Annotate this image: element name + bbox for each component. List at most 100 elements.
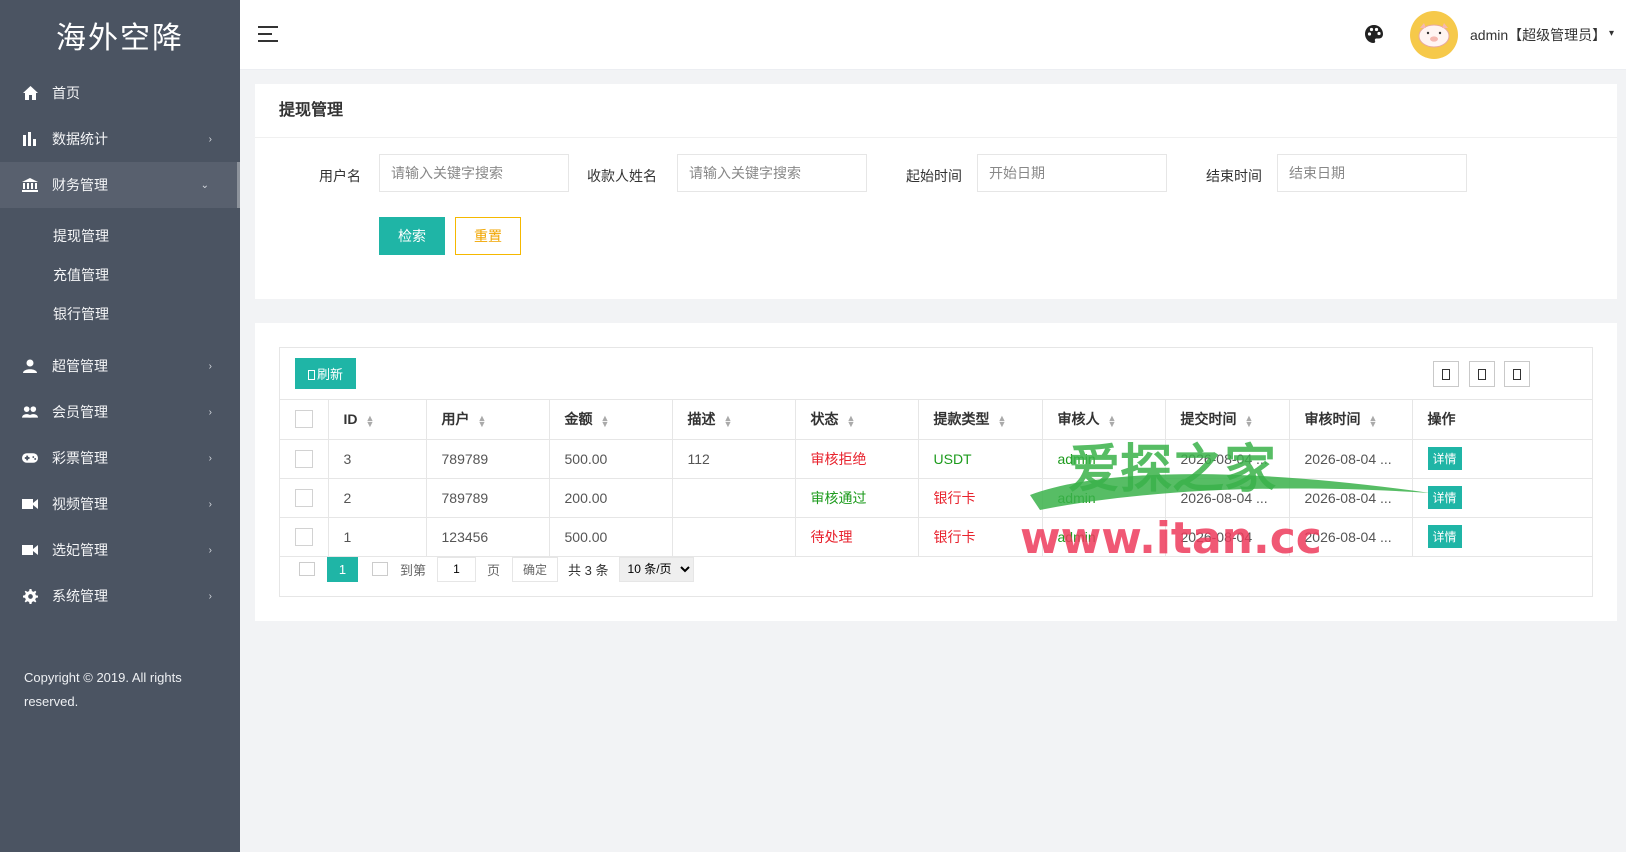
table-header-row: ID ▲ ▼ 用户 ▲ ▼ 金额 ▲ ▼ 描述 ▲ ▼ 状态 ▲ ▼ 提款类型 ▲ ▼ 审核人 ▲ ▼ 提交…	[280, 400, 1592, 440]
detail-button[interactable]: 详情	[1427, 525, 1462, 548]
user-name[interactable]: admin【超级管理员】	[1470, 25, 1606, 45]
chevron-right-icon: ›	[208, 133, 212, 145]
sidebar-item-members[interactable]: 会员管理 ›	[0, 389, 240, 435]
submenu-item-recharge[interactable]: 充值管理	[0, 255, 240, 294]
detail-button[interactable]: 详情	[1427, 486, 1462, 509]
detail-button[interactable]: 详情	[1427, 447, 1462, 470]
user-icon	[22, 358, 38, 374]
page-title: 提现管理	[255, 84, 1617, 138]
chevron-right-icon: ›	[208, 406, 212, 418]
sort-icon[interactable]: ▲ ▼	[1108, 413, 1117, 428]
start-time-label: 起始时间	[906, 168, 962, 184]
table-row: 1 123456 500.00 待处理 银行卡 admin 2026-08-04…	[280, 517, 1592, 557]
prev-page-icon[interactable]	[299, 562, 315, 576]
column-header-reviewer[interactable]: 审核人 ▲ ▼	[1041, 400, 1165, 440]
goto-page-input[interactable]	[437, 556, 477, 582]
username-input[interactable]	[379, 154, 569, 192]
table-row: 3 789789 500.00 112 审核拒绝 USDT admin 2026…	[280, 439, 1592, 479]
column-header-amount[interactable]: 金额 ▲ ▼	[548, 400, 672, 440]
next-page-icon[interactable]	[372, 562, 388, 576]
cell-review-time: 2026-08-04 ...	[1288, 439, 1412, 479]
cell-review-time: 2026-08-04 ...	[1288, 478, 1412, 518]
sidebar-item-label: 系统管理	[52, 588, 108, 604]
start-date-input[interactable]	[977, 154, 1167, 192]
sidebar-item-label: 彩票管理	[52, 450, 108, 466]
cell-amount: 200.00	[548, 478, 672, 518]
sort-icon[interactable]: ▲ ▼	[366, 413, 375, 428]
hamburger-menu-icon[interactable]	[258, 26, 278, 42]
sidebar-item-finance[interactable]: 财务管理 ⌄	[0, 162, 240, 208]
sidebar-item-select-concubine[interactable]: 选妃管理 ›	[0, 527, 240, 573]
current-page[interactable]: 1	[327, 556, 358, 582]
sidebar-item-label: 会员管理	[52, 404, 108, 420]
table-row: 2 789789 200.00 审核通过 银行卡 admin 2026-08-0…	[280, 478, 1592, 518]
gamepad-icon	[22, 450, 38, 466]
sort-icon[interactable]: ▲ ▼	[847, 413, 856, 428]
caret-down-icon[interactable]: ▾	[1609, 28, 1614, 39]
column-header-user[interactable]: 用户 ▲ ▼	[425, 400, 549, 440]
reset-button[interactable]: 重置	[455, 217, 521, 255]
select-all-cell	[280, 400, 328, 440]
chevron-right-icon: ›	[208, 452, 212, 464]
search-button[interactable]: 检索	[379, 217, 445, 255]
page-size-select[interactable]: 10 条/页	[618, 556, 694, 582]
column-header-status[interactable]: 状态 ▲ ▼	[794, 400, 918, 440]
row-checkbox[interactable]	[295, 527, 313, 546]
columns-filter-icon[interactable]	[1433, 361, 1459, 387]
table-panel: 刷新 ID ▲ ▼ 用户 ▲ ▼ 金额 ▲ ▼ 描述 ▲ ▼ 状态 ▲ ▼ 提款类型 ▲ ▼ 审核人 ▲ ▼	[255, 323, 1617, 621]
refresh-icon	[307, 370, 315, 380]
submenu-item-withdraw[interactable]: 提现管理	[0, 216, 240, 255]
column-header-id[interactable]: ID ▲ ▼	[327, 400, 426, 440]
bar-chart-icon	[22, 131, 38, 147]
cell-description	[671, 478, 795, 518]
sidebar-item-label: 超管管理	[52, 358, 108, 374]
users-icon	[22, 404, 38, 420]
cell-reviewer: admin	[1041, 517, 1165, 557]
sidebar-item-admins[interactable]: 超管管理 ›	[0, 343, 240, 389]
page-label: 页	[487, 562, 501, 578]
sort-icon[interactable]: ▲ ▼	[478, 413, 487, 428]
row-checkbox[interactable]	[295, 449, 313, 468]
sort-icon[interactable]: ▲ ▼	[998, 413, 1007, 428]
column-header-withdraw-type[interactable]: 提款类型 ▲ ▼	[917, 400, 1042, 440]
export-icon[interactable]	[1469, 361, 1495, 387]
sort-icon[interactable]: ▲ ▼	[601, 413, 610, 428]
cell-user: 789789	[425, 439, 549, 479]
sidebar-menu-rest: 超管管理 › 会员管理 › 彩票管理 › 视频管理 › 选妃管理 › 系统管理 …	[0, 343, 240, 619]
avatar[interactable]	[1410, 11, 1458, 59]
column-header-review-time[interactable]: 审核时间 ▲ ▼	[1288, 400, 1412, 440]
column-header-actions: 操作	[1411, 400, 1592, 440]
sort-icon[interactable]: ▲ ▼	[1245, 413, 1254, 428]
sidebar-item-system[interactable]: 系统管理 ›	[0, 573, 240, 619]
end-date-input[interactable]	[1277, 154, 1467, 192]
brand-logo: 海外空降	[56, 22, 184, 55]
sort-icon[interactable]: ▲ ▼	[1369, 413, 1378, 428]
sidebar-item-home[interactable]: 首页	[0, 70, 240, 116]
sidebar-item-label: 选妃管理	[52, 542, 108, 558]
top-header: admin【超级管理员】 ▾	[240, 0, 1626, 70]
print-icon[interactable]	[1504, 361, 1530, 387]
row-checkbox[interactable]	[295, 488, 313, 507]
palette-icon[interactable]	[1364, 24, 1384, 44]
refresh-button[interactable]: 刷新	[295, 358, 356, 389]
payee-name-input[interactable]	[677, 154, 867, 192]
submenu-item-bank[interactable]: 银行管理	[0, 294, 240, 333]
column-header-description[interactable]: 描述 ▲ ▼	[671, 400, 795, 440]
sidebar-item-statistics[interactable]: 数据统计 ›	[0, 116, 240, 162]
cell-reviewer: admin	[1041, 439, 1165, 479]
goto-confirm-button[interactable]: 确定	[512, 556, 559, 582]
cell-description	[671, 517, 795, 557]
cell-withdraw-type: USDT	[917, 439, 1042, 479]
sidebar-item-lottery[interactable]: 彩票管理 ›	[0, 435, 240, 481]
pig-face-icon	[1418, 23, 1450, 48]
cell-amount: 500.00	[548, 439, 672, 479]
chevron-right-icon: ›	[208, 360, 212, 372]
username-label: 用户名	[319, 168, 361, 184]
sort-icon[interactable]: ▲ ▼	[724, 413, 733, 428]
sidebar-item-video[interactable]: 视频管理 ›	[0, 481, 240, 527]
table-toolbar: 刷新	[280, 348, 1592, 400]
select-all-checkbox[interactable]	[295, 410, 313, 429]
end-time-label: 结束时间	[1206, 168, 1262, 184]
column-header-submit-time[interactable]: 提交时间 ▲ ▼	[1164, 400, 1289, 440]
pagination: 1 到第 页 确定 共 3 条 10 条/页	[295, 555, 694, 583]
